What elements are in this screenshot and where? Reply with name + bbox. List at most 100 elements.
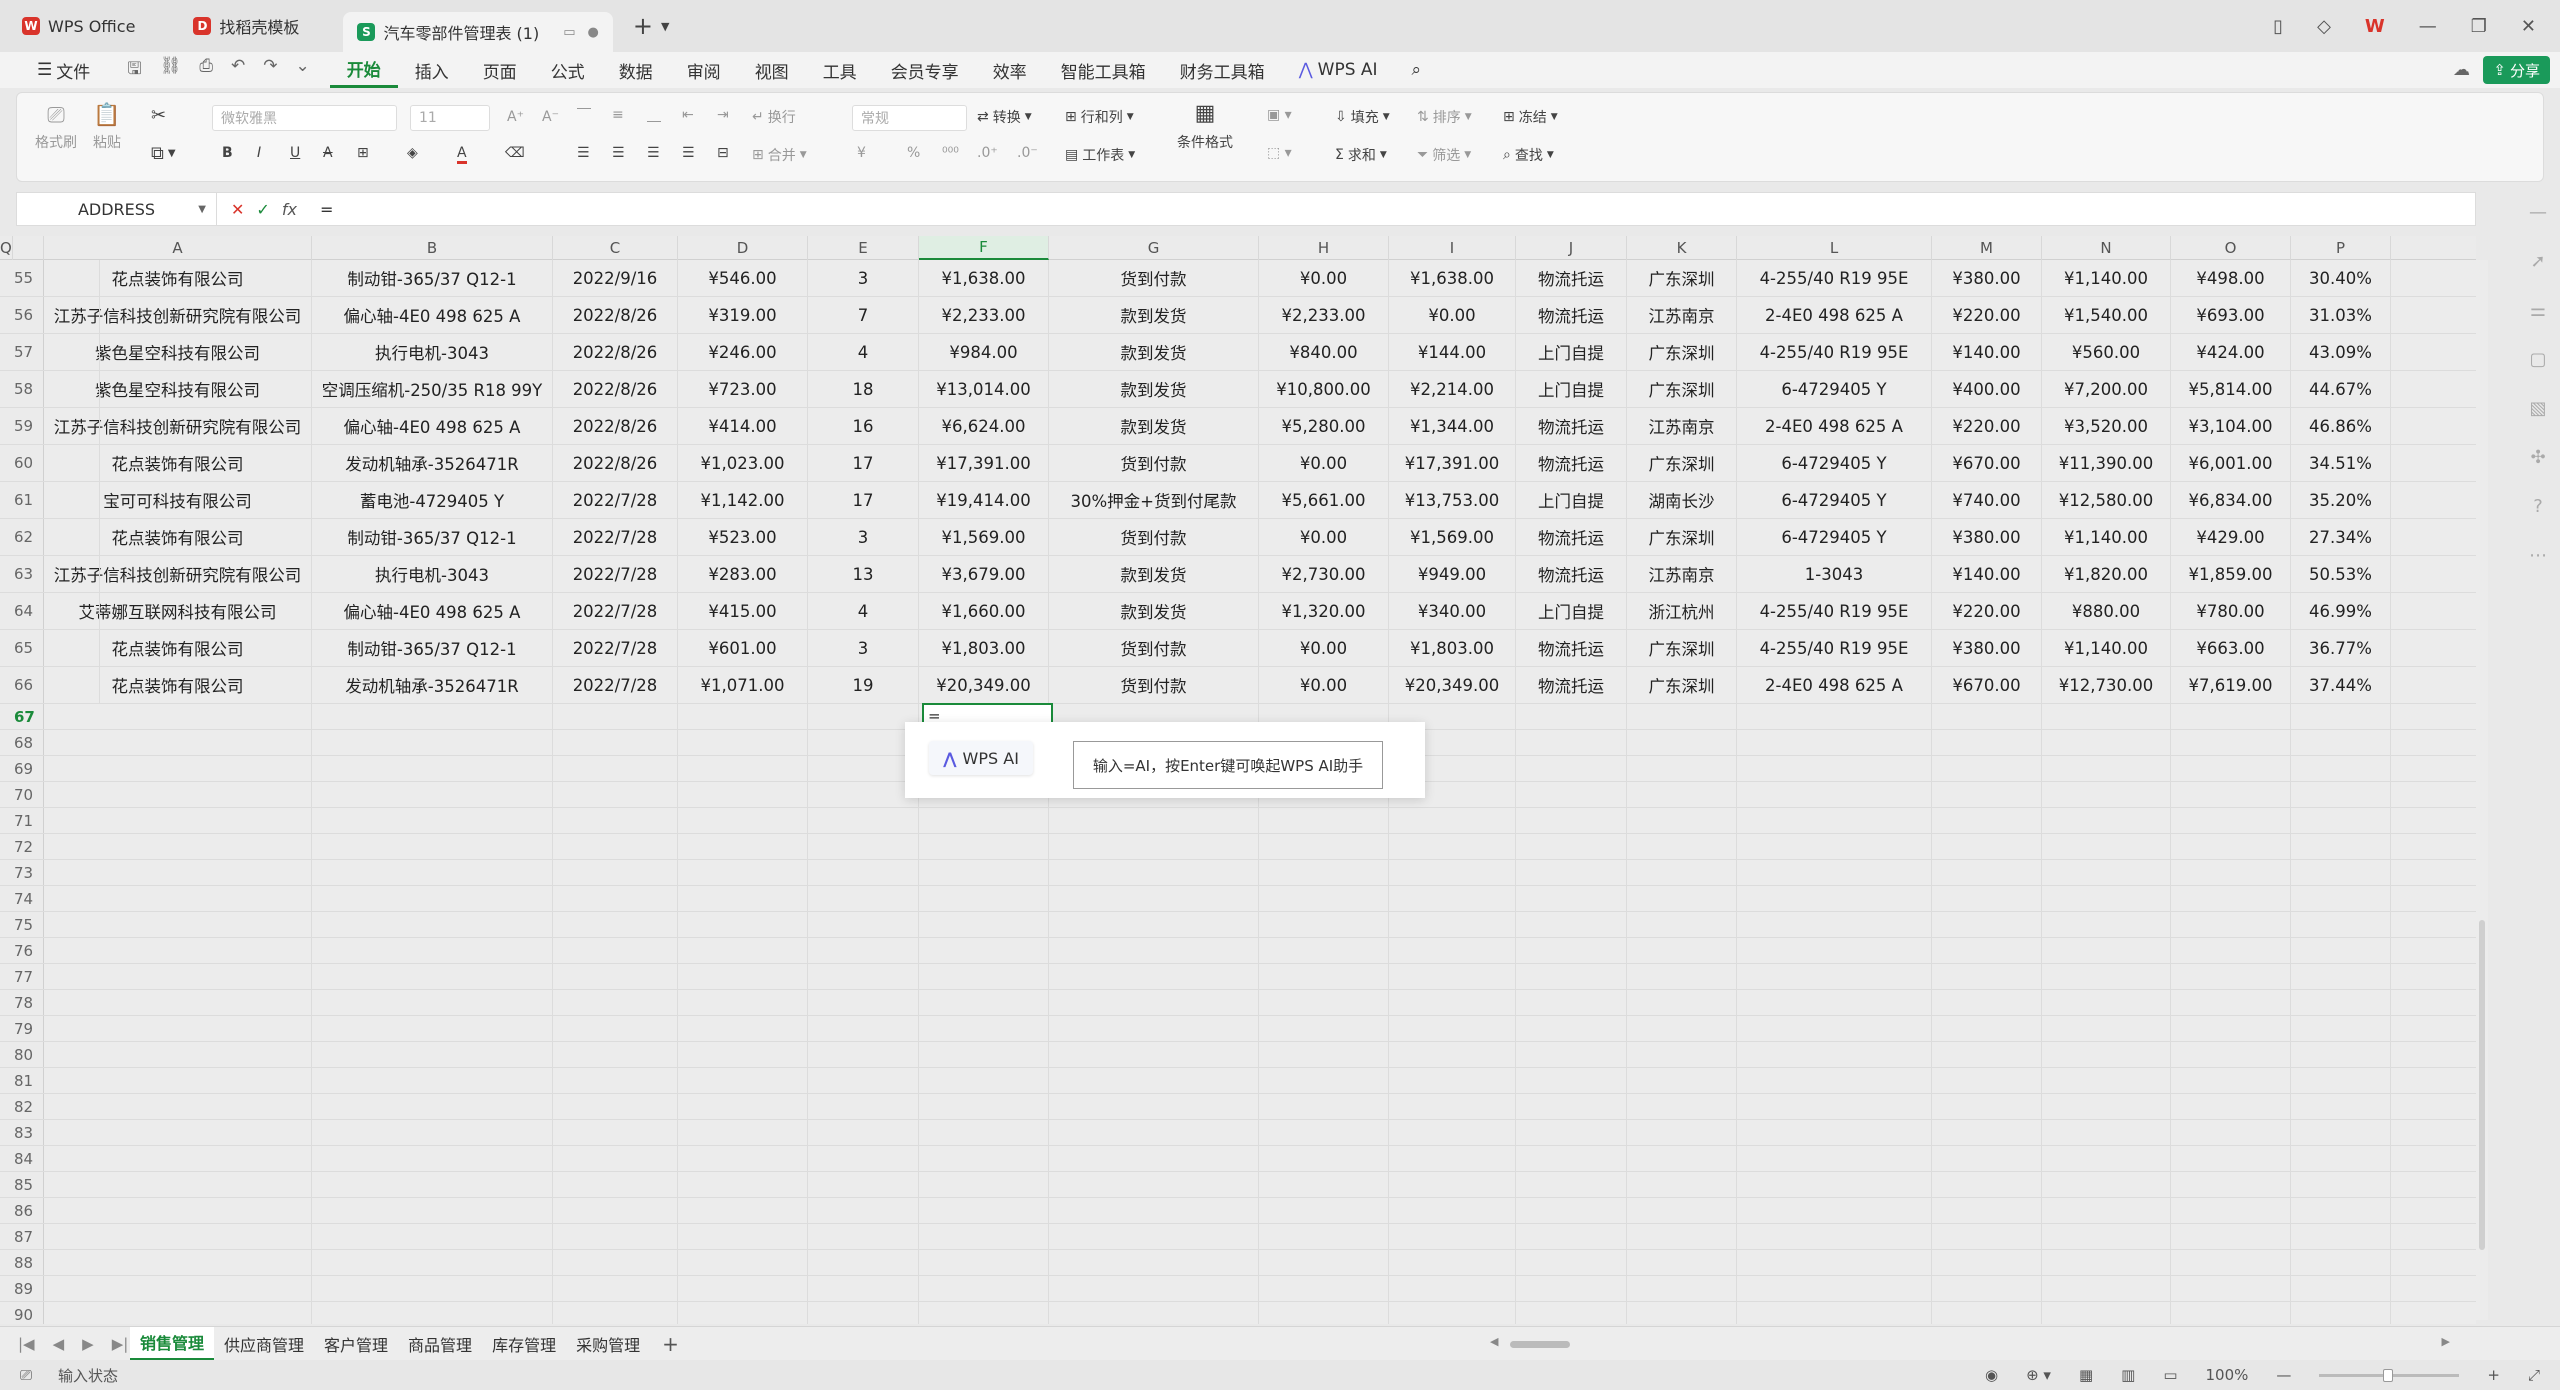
cell-m[interactable]: ¥400.00: [1932, 371, 2042, 407]
cell-i[interactable]: ¥20,349.00: [1389, 667, 1516, 703]
cell-m[interactable]: ¥220.00: [1932, 408, 2042, 444]
font-size-select[interactable]: 11: [410, 105, 490, 131]
sheet-tab-sales[interactable]: 销售管理: [130, 1326, 215, 1361]
cell-m[interactable]: ¥220.00: [1932, 593, 2042, 629]
fx-icon[interactable]: fx: [282, 200, 297, 219]
number-format-select[interactable]: 常规: [852, 105, 967, 131]
cell-d[interactable]: ¥723.00: [678, 371, 808, 407]
sort-button[interactable]: ⇅ 排序 ▼: [1417, 107, 1472, 127]
zoom-in-icon[interactable]: +: [2487, 1366, 2500, 1384]
cell-l[interactable]: 4-255/40 R19 95E: [1737, 260, 1932, 296]
sheet-tab-inventory[interactable]: 库存管理: [482, 1327, 566, 1361]
cell-o[interactable]: ¥663.00: [2171, 630, 2291, 666]
cell-h[interactable]: ¥2,233.00: [1259, 297, 1389, 333]
cell-d[interactable]: ¥1,071.00: [678, 667, 808, 703]
cell-c[interactable]: 2022/7/28: [553, 556, 678, 592]
cell-l[interactable]: 6-4729405 Y: [1737, 371, 1932, 407]
cell-f[interactable]: ¥1,638.00: [919, 260, 1049, 296]
cell-p[interactable]: 36.77%: [2291, 630, 2391, 666]
decimal-increase-button[interactable]: .0⁺: [977, 145, 998, 161]
cell-o[interactable]: ¥780.00: [2171, 593, 2291, 629]
cell-m[interactable]: ¥670.00: [1932, 667, 2042, 703]
cell-e[interactable]: 17: [808, 445, 919, 481]
sheet-tab-customers[interactable]: 客户管理: [314, 1327, 398, 1361]
zoom-level[interactable]: 100%: [2206, 1366, 2249, 1384]
name-box[interactable]: ADDRESS ▼: [17, 193, 217, 225]
cell-i[interactable]: ¥1,638.00: [1389, 260, 1516, 296]
cell-j[interactable]: 物流托运: [1516, 297, 1627, 333]
cell-h[interactable]: ¥10,800.00: [1259, 371, 1389, 407]
cell-j[interactable]: 物流托运: [1516, 445, 1627, 481]
cell-c[interactable]: 2022/7/28: [553, 519, 678, 555]
cell-j[interactable]: 物流托运: [1516, 630, 1627, 666]
cell-p[interactable]: 46.99%: [2291, 593, 2391, 629]
cell-o[interactable]: ¥498.00: [2171, 260, 2291, 296]
row-number[interactable]: 82: [0, 1094, 44, 1119]
empty-row[interactable]: 79: [0, 1016, 2476, 1042]
cell-b[interactable]: 发动机轴承-3526471R: [312, 445, 553, 481]
strikethrough-button[interactable]: A: [323, 145, 333, 161]
cell-q[interactable]: [0, 334, 100, 370]
cell-d[interactable]: ¥246.00: [678, 334, 808, 370]
row-number[interactable]: 90: [0, 1302, 44, 1324]
cell-b[interactable]: 制动钳-365/37 Q12-1: [312, 630, 553, 666]
align-right-button[interactable]: ☰: [647, 145, 660, 161]
justify-button[interactable]: ☰: [682, 145, 695, 161]
cell-e[interactable]: 4: [808, 334, 919, 370]
row-number[interactable]: 85: [0, 1172, 44, 1197]
cell-b[interactable]: 制动钳-365/37 Q12-1: [312, 260, 553, 296]
column-header-e[interactable]: E: [808, 236, 919, 260]
cell-l[interactable]: 2-4E0 498 625 A: [1737, 667, 1932, 703]
cell-h[interactable]: ¥0.00: [1259, 445, 1389, 481]
cell-g[interactable]: 货到付款: [1049, 445, 1259, 481]
page-break-icon[interactable]: ▭: [2163, 1366, 2177, 1384]
cell-k[interactable]: 广东深圳: [1627, 260, 1737, 296]
cell-l[interactable]: 2-4E0 498 625 A: [1737, 297, 1932, 333]
cell-k[interactable]: 浙江杭州: [1627, 593, 1737, 629]
cell-n[interactable]: ¥1,140.00: [2042, 519, 2171, 555]
cell-g[interactable]: 款到发货: [1049, 408, 1259, 444]
cell-j[interactable]: 物流托运: [1516, 408, 1627, 444]
cell-q[interactable]: [0, 260, 100, 296]
format-painter-button[interactable]: ⎚ 格式刷: [35, 103, 77, 152]
empty-row[interactable]: 72: [0, 834, 2476, 860]
cell-l[interactable]: 4-255/40 R19 95E: [1737, 630, 1932, 666]
cell-m[interactable]: ¥140.00: [1932, 334, 2042, 370]
table-style-button[interactable]: ⬚ ▾: [1267, 145, 1292, 161]
align-middle-button[interactable]: ≡: [612, 107, 624, 123]
row-number[interactable]: 67: [0, 704, 44, 729]
cell-b[interactable]: 发动机轴承-3526471R: [312, 667, 553, 703]
page-layout-icon[interactable]: ▥: [2121, 1366, 2135, 1384]
empty-row[interactable]: 76: [0, 938, 2476, 964]
save-icon[interactable]: 🖫: [127, 56, 141, 85]
cell-o[interactable]: ¥1,859.00: [2171, 556, 2291, 592]
row-col-button[interactable]: ⊞ 行和列 ▼: [1065, 107, 1134, 127]
cell-k[interactable]: 江苏南京: [1627, 556, 1737, 592]
cell-o[interactable]: ¥5,814.00: [2171, 371, 2291, 407]
cell-e[interactable]: 7: [808, 297, 919, 333]
menu-member[interactable]: 会员专享: [874, 52, 976, 88]
scroll-left-icon[interactable]: ◀: [1490, 1335, 1498, 1348]
vertical-scrollbar[interactable]: [2476, 260, 2488, 1320]
row-number[interactable]: 87: [0, 1224, 44, 1249]
empty-row[interactable]: 86: [0, 1198, 2476, 1224]
cell-p[interactable]: 35.20%: [2291, 482, 2391, 518]
cell-h[interactable]: ¥840.00: [1259, 334, 1389, 370]
new-tab-button[interactable]: +: [633, 12, 653, 40]
minimize-icon[interactable]: —: [2419, 16, 2437, 37]
sheet-tab-purchase[interactable]: 采购管理: [566, 1327, 650, 1361]
menu-view[interactable]: 视图: [738, 52, 806, 88]
menu-formula[interactable]: 公式: [534, 52, 602, 88]
cell-d[interactable]: ¥283.00: [678, 556, 808, 592]
cell-q[interactable]: [0, 630, 100, 666]
cell-e[interactable]: 3: [808, 260, 919, 296]
horizontal-scrollbar[interactable]: ◀ ▶: [1470, 1335, 2450, 1353]
cell-d[interactable]: ¥1,142.00: [678, 482, 808, 518]
cell-q[interactable]: [0, 445, 100, 481]
column-header-i[interactable]: I: [1389, 236, 1516, 260]
find-button[interactable]: ⌕ 查找 ▼: [1503, 145, 1554, 165]
cell-c[interactable]: 2022/8/26: [553, 371, 678, 407]
cell-e[interactable]: 3: [808, 630, 919, 666]
column-header-d[interactable]: D: [678, 236, 808, 260]
cell-c[interactable]: 2022/8/26: [553, 445, 678, 481]
